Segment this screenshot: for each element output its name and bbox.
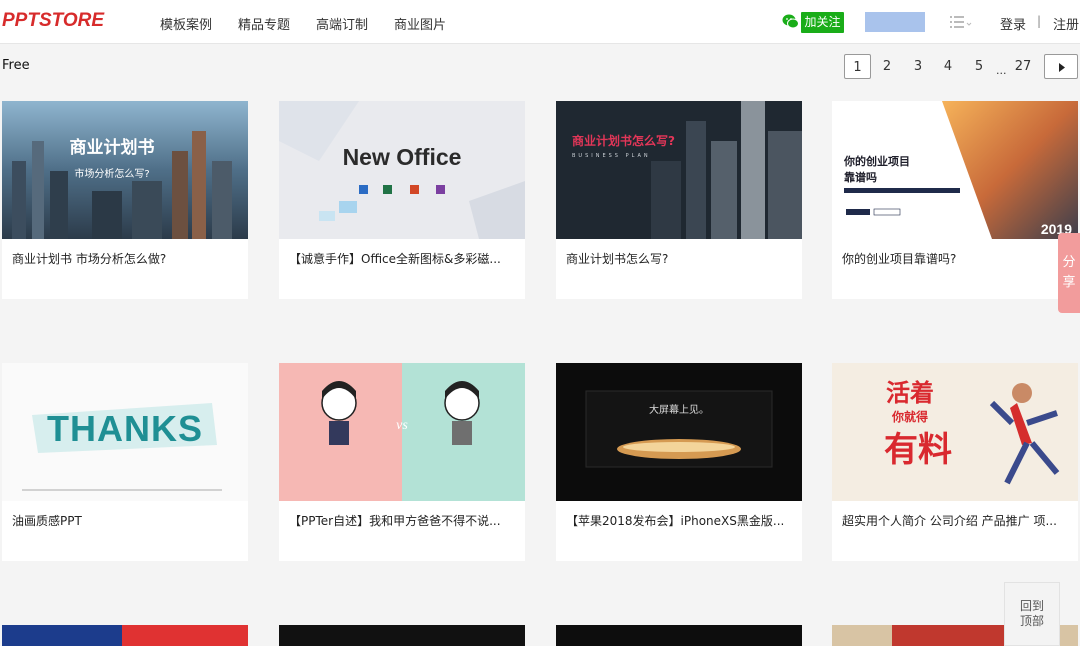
thumb-subheading: 你就得 [891, 409, 928, 424]
nav-item-custom[interactable]: 高端订制 [316, 14, 368, 33]
chevron-right-icon [1059, 63, 1065, 72]
back-to-top-label: 回到 [1019, 599, 1044, 613]
register-link[interactable]: 注册 [1053, 14, 1079, 33]
back-to-top-button[interactable]: 回到 顶部 [1004, 582, 1060, 646]
page-4-button[interactable]: 4 [938, 54, 958, 79]
template-thumbnail[interactable]: 你的创业项目 靠谱吗 2019 [832, 101, 1078, 239]
page-1-button[interactable]: 1 [844, 54, 871, 79]
card-title[interactable]: 【苹果2018发布会】iPhoneXS黑金版... [566, 512, 796, 529]
page-2-button[interactable]: 2 [877, 54, 897, 79]
divider: | [1037, 14, 1042, 28]
search-input[interactable] [865, 12, 925, 32]
thumb-heading: 商业计划书怎么写? [572, 133, 675, 148]
thumb-subheading: BUSINESS PLAN [572, 153, 651, 159]
thumb-heading: 你的创业项目 [843, 154, 910, 168]
template-card[interactable]: 大屏幕上见。 【苹果2018发布会】iPhoneXS黑金版... [556, 363, 802, 561]
template-thumbnail[interactable] [2, 625, 248, 646]
card-title[interactable]: 超实用个人简介 公司介绍 产品推广 项... [842, 512, 1072, 529]
login-link[interactable]: 登录 [1000, 14, 1026, 33]
card-title[interactable]: 你的创业项目靠谱吗? [842, 250, 1072, 267]
page-3-button[interactable]: 3 [908, 54, 928, 79]
thumb-subheading: 靠谱吗 [844, 170, 877, 184]
template-card[interactable]: 你的创业项目 靠谱吗 2019 你的创业项目靠谱吗? [832, 101, 1078, 299]
thumb-heading: vs [396, 418, 408, 433]
template-thumbnail[interactable] [556, 625, 802, 646]
list-icon[interactable] [950, 16, 972, 28]
template-thumbnail[interactable]: THANKS [2, 363, 248, 501]
site-logo[interactable]: PPTSTORE [2, 10, 104, 32]
template-card[interactable]: 活着 你就得 有料 超实用个人简介 公司介绍 产品推广 项... [832, 363, 1078, 561]
filter-label[interactable]: Free [2, 58, 30, 73]
wechat-icon[interactable] [782, 13, 799, 30]
back-to-top-label: 顶部 [1019, 614, 1044, 628]
nav-item-templates[interactable]: 模板案例 [160, 14, 212, 33]
card-title[interactable]: 【诚意手作】Office全新图标&多彩磁... [289, 250, 519, 267]
template-card[interactable]: 商业计划书 市场分析怎么写? 商业计划书 市场分析怎么做? [2, 101, 248, 299]
share-label: 享 [1062, 275, 1076, 290]
follow-button[interactable]: 加关注 [801, 12, 844, 33]
thumb-subheading: 市场分析怎么写? [74, 167, 149, 180]
template-card[interactable]: 商业计划书怎么写? BUSINESS PLAN 商业计划书怎么写? [556, 101, 802, 299]
card-title[interactable]: 油画质感PPT [12, 512, 242, 529]
card-title[interactable]: 商业计划书怎么写? [566, 250, 796, 267]
share-button[interactable]: 分 享 [1058, 233, 1080, 313]
card-title[interactable]: 商业计划书 市场分析怎么做? [12, 250, 242, 267]
template-thumbnail[interactable]: 大屏幕上见。 [556, 363, 802, 501]
nav-item-topics[interactable]: 精品专题 [238, 14, 290, 33]
thumb-heading: 商业计划书 [70, 137, 155, 158]
template-thumbnail[interactable] [279, 625, 525, 646]
template-thumbnail[interactable]: 活着 你就得 有料 [832, 363, 1078, 501]
pagination-ellipsis: ... [996, 64, 1007, 77]
thumb-heading: New Office [343, 144, 462, 170]
template-card[interactable]: vs 【PPTer自述】我和甲方爸爸不得不说... [279, 363, 525, 561]
top-navbar: PPTSTORE 模板案例 精品专题 高端订制 商业图片 加关注 登录 | 注册 [0, 0, 1080, 44]
next-page-button[interactable] [1044, 54, 1078, 79]
card-title[interactable]: 【PPTer自述】我和甲方爸爸不得不说... [289, 512, 519, 529]
thumb-heading: THANKS [47, 408, 203, 449]
share-label: 分 [1062, 255, 1076, 270]
template-card[interactable]: THANKS 油画质感PPT [2, 363, 248, 561]
template-thumbnail[interactable]: vs [279, 363, 525, 501]
page-5-button[interactable]: 5 [969, 54, 989, 79]
template-thumbnail[interactable]: 商业计划书怎么写? BUSINESS PLAN [556, 101, 802, 239]
page-last-button[interactable]: 27 [1010, 54, 1036, 79]
thumb-heading: 活着 [886, 379, 934, 407]
template-card[interactable]: New Office 【诚意手作】Office全新图标&多彩磁... [279, 101, 525, 299]
template-thumbnail[interactable]: New Office [279, 101, 525, 239]
thumb-heading: 大屏幕上见。 [649, 403, 709, 416]
template-thumbnail[interactable]: 商业计划书 市场分析怎么写? [2, 101, 248, 239]
thumb-highlight: 有料 [884, 430, 952, 470]
nav-item-images[interactable]: 商业图片 [394, 14, 446, 33]
